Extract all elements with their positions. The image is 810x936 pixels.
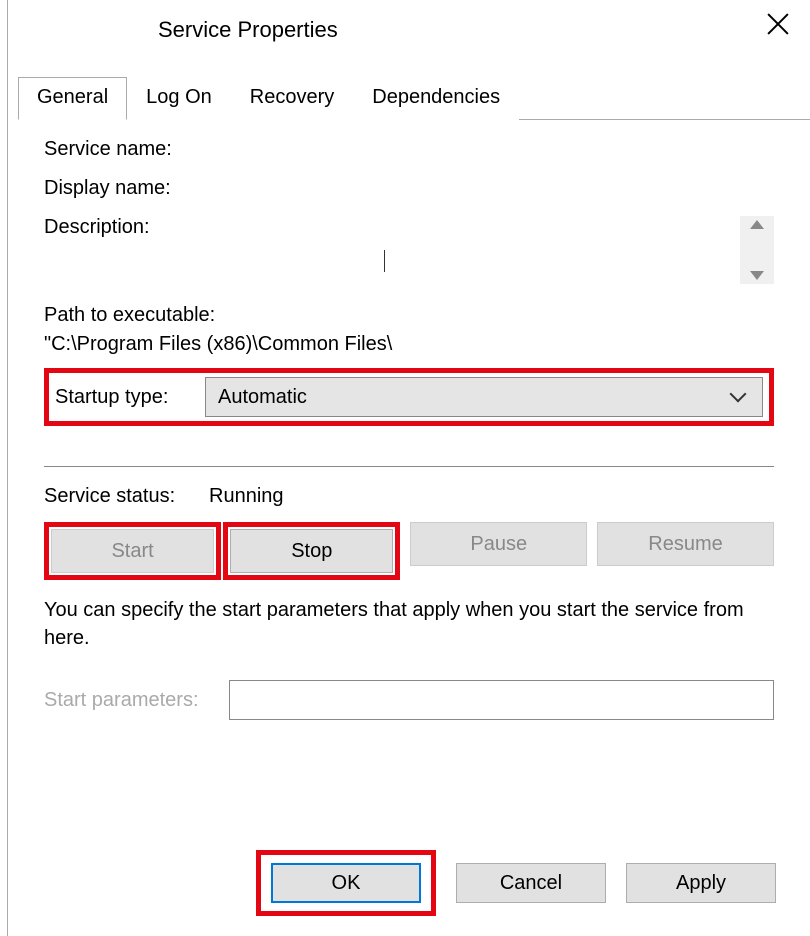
startup-type-value: Automatic bbox=[218, 386, 307, 409]
description-scrollbar[interactable] bbox=[740, 216, 774, 284]
ok-button[interactable]: OK bbox=[271, 863, 421, 903]
start-parameters-label: Start parameters: bbox=[44, 689, 229, 712]
help-text: You can specify the start parameters tha… bbox=[44, 596, 774, 652]
close-icon[interactable] bbox=[764, 10, 792, 38]
tab-recovery[interactable]: Recovery bbox=[231, 77, 353, 120]
display-name-label: Display name: bbox=[44, 177, 214, 200]
description-value bbox=[214, 216, 740, 284]
scrollbar-down-icon[interactable] bbox=[750, 271, 764, 280]
tab-general[interactable]: General bbox=[18, 77, 127, 120]
apply-button[interactable]: Apply bbox=[626, 863, 776, 903]
tab-content-general: Service name: Display name: Description:… bbox=[18, 120, 800, 936]
startup-type-label: Startup type: bbox=[55, 386, 205, 409]
path-label: Path to executable: bbox=[44, 304, 774, 327]
service-properties-dialog: Service Properties General Log On Recove… bbox=[7, 0, 810, 936]
highlight-start-button: Start bbox=[44, 522, 221, 580]
start-button: Start bbox=[51, 529, 214, 573]
highlight-startup-type: Startup type: Automatic bbox=[44, 368, 774, 426]
service-status-value: Running bbox=[209, 485, 284, 508]
path-value: "C:\Program Files (x86)\Common Files\ bbox=[44, 333, 774, 356]
service-control-buttons: Start Stop Pause Resume bbox=[44, 522, 774, 580]
service-status-label: Service status: bbox=[44, 485, 209, 508]
resume-button: Resume bbox=[597, 522, 774, 566]
dialog-title: Service Properties bbox=[158, 17, 338, 43]
chevron-down-icon bbox=[732, 390, 746, 404]
tabs: General Log On Recovery Dependencies bbox=[18, 76, 810, 120]
dialog-buttons: OK Cancel Apply bbox=[256, 850, 776, 916]
title-bar: Service Properties bbox=[8, 0, 810, 60]
scrollbar-up-icon[interactable] bbox=[750, 220, 764, 229]
divider bbox=[44, 466, 774, 467]
start-parameters-input bbox=[229, 680, 774, 720]
stop-button[interactable]: Stop bbox=[230, 529, 393, 573]
highlight-stop-button: Stop bbox=[223, 522, 400, 580]
highlight-ok-button: OK bbox=[256, 850, 436, 916]
startup-type-dropdown[interactable]: Automatic bbox=[205, 377, 763, 417]
description-label: Description: bbox=[44, 216, 214, 239]
tab-dependencies[interactable]: Dependencies bbox=[353, 77, 519, 120]
tab-log-on[interactable]: Log On bbox=[127, 77, 231, 120]
service-name-label: Service name: bbox=[44, 138, 214, 161]
pause-button: Pause bbox=[410, 522, 587, 566]
cancel-button[interactable]: Cancel bbox=[456, 863, 606, 903]
